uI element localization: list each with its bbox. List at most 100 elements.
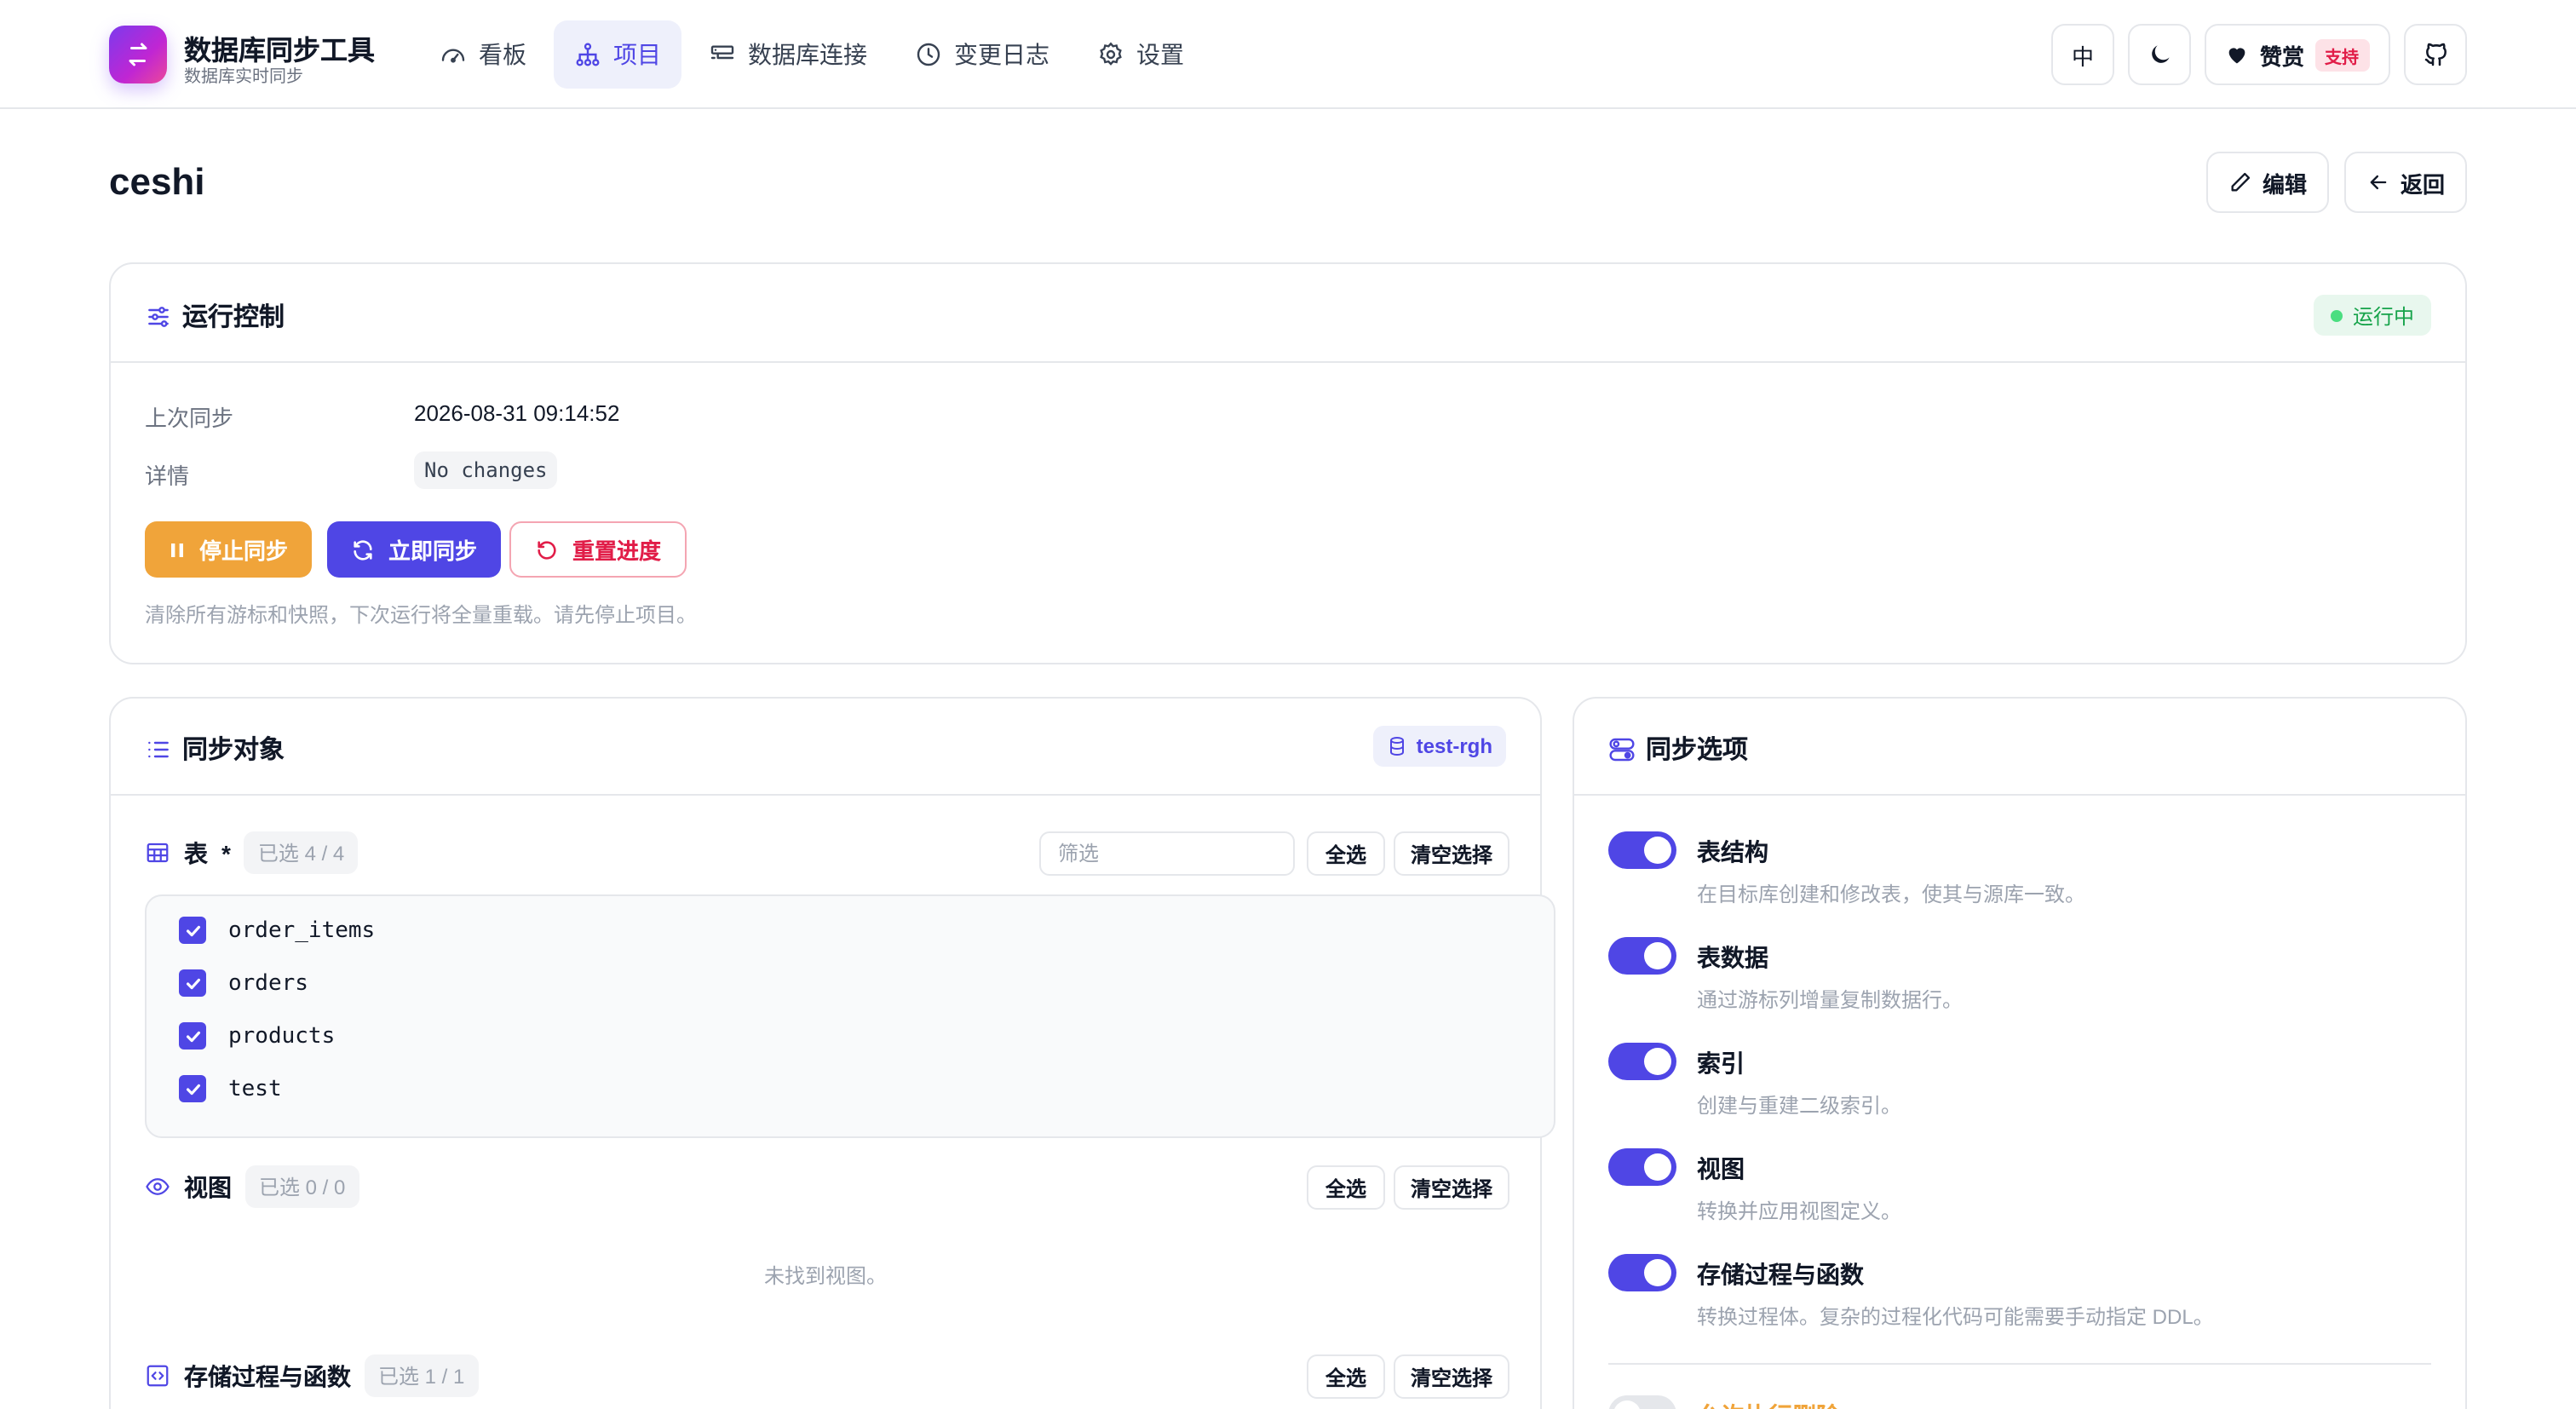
tables-clear-button[interactable]: 清空选择 — [1394, 831, 1509, 876]
nav-changelog[interactable]: 变更日志 — [894, 20, 1070, 89]
github-icon — [2424, 43, 2446, 66]
routines-toggle[interactable] — [1608, 1254, 1676, 1291]
table-row[interactable]: orders — [179, 969, 308, 997]
option-description: 在目标库创建和修改表，使其与源库一致。 — [1697, 883, 2086, 906]
sync-objects-title: 同步对象 — [145, 731, 285, 767]
server-connection-icon — [710, 45, 734, 60]
table-data-toggle[interactable] — [1608, 937, 1676, 975]
table-icon — [147, 843, 169, 863]
option-title: 允许执行删除 — [1697, 1399, 1840, 1409]
gauge-icon — [441, 49, 465, 63]
run-control-title: 运行控制 — [145, 298, 285, 334]
top-header: 数据库同步工具 数据库实时同步 看板 项目 数据库连接 变更日志 设置 中 赞赏… — [0, 0, 2576, 109]
edit-label: 编辑 — [2263, 171, 2308, 197]
reset-progress-label: 重置进度 — [572, 538, 662, 564]
nav-dashboard-label: 看板 — [479, 41, 526, 68]
theme-toggle-button[interactable] — [2128, 24, 2191, 85]
tables-section-label: 表 * 已选 4 / 4 — [145, 831, 359, 874]
option-title: 表数据 — [1697, 944, 1768, 971]
tables-selected-badge: 已选 4 / 4 — [244, 831, 359, 874]
clock-icon — [917, 43, 940, 66]
nav-dashboard[interactable]: 看板 — [419, 20, 547, 89]
run-control-header: 运行控制 运行中 — [111, 264, 2465, 363]
sync-objects-title-text: 同步对象 — [182, 736, 285, 765]
checkbox-checked[interactable] — [179, 969, 206, 997]
last-sync-value: 2026-08-31 09:14:52 — [414, 400, 620, 426]
table-name: test — [228, 1076, 282, 1101]
nav-changelog-label: 变更日志 — [954, 41, 1049, 68]
stop-sync-button[interactable]: 停止同步 — [145, 521, 313, 578]
views-empty-message: 未找到视图。 — [763, 1264, 887, 1288]
hierarchy-icon — [576, 43, 600, 66]
brand-subtitle: 数据库实时同步 — [184, 68, 303, 87]
views-select-all-button[interactable]: 全选 — [1307, 1165, 1385, 1210]
routines-clear-button[interactable]: 清空选择 — [1394, 1354, 1509, 1399]
table-row[interactable]: order_items — [179, 917, 375, 944]
nav-settings[interactable]: 设置 — [1077, 20, 1205, 89]
views-clear-button[interactable]: 清空选择 — [1394, 1165, 1509, 1210]
table-row[interactable]: test — [179, 1075, 282, 1102]
views-toggle[interactable] — [1608, 1148, 1676, 1186]
reset-progress-button[interactable]: 重置进度 — [509, 521, 687, 578]
check-icon — [185, 1030, 200, 1042]
option-description: 创建与重建二级索引。 — [1697, 1094, 1902, 1118]
check-icon — [185, 1083, 200, 1095]
table-name: orders — [228, 970, 308, 996]
routines-section-label: 存储过程与函数 已选 1 / 1 — [145, 1354, 479, 1397]
nav-settings-label: 设置 — [1136, 41, 1184, 68]
checkbox-checked[interactable] — [179, 917, 206, 944]
sync-now-label: 立即同步 — [388, 538, 478, 564]
eye-icon — [146, 1178, 170, 1195]
app-logo[interactable] — [109, 26, 167, 83]
database-icon — [1390, 737, 1405, 756]
back-button[interactable]: 返回 — [2344, 152, 2468, 213]
rotate-ccw-icon — [538, 540, 556, 559]
pencil-icon — [2231, 172, 2251, 192]
tables-label: 表 — [184, 839, 208, 866]
status-dot — [2330, 309, 2343, 321]
edit-button[interactable]: 编辑 — [2206, 152, 2330, 213]
routines-select-all-button[interactable]: 全选 — [1307, 1354, 1385, 1399]
github-link-button[interactable] — [2404, 24, 2467, 85]
views-section-label: 视图 已选 0 / 0 — [145, 1165, 359, 1208]
nav-connections-label: 数据库连接 — [748, 41, 867, 68]
stop-sync-label: 停止同步 — [199, 538, 289, 564]
sync-options-card: 同步选项 表结构 在目标库创建和修改表，使其与源库一致。 表数据 通过游标列增量… — [1573, 697, 2467, 1409]
option-description: 转换并应用视图定义。 — [1697, 1199, 1902, 1223]
gear-icon — [1100, 42, 1122, 66]
checkbox-checked[interactable] — [179, 1075, 206, 1102]
schema-toggle[interactable] — [1608, 831, 1676, 869]
checkbox-checked[interactable] — [179, 1022, 206, 1050]
details-label: 详情 — [145, 463, 190, 489]
support-button[interactable]: 赞赏 支持 — [2205, 24, 2390, 85]
check-icon — [185, 977, 200, 989]
check-icon — [185, 924, 200, 936]
nav-projects-label: 项目 — [613, 41, 661, 68]
sync-now-button[interactable]: 立即同步 — [327, 521, 502, 578]
views-selected-badge: 已选 0 / 0 — [245, 1165, 359, 1208]
option-description: 转换过程体。复杂的过程化代码可能需要手动指定 DDL。 — [1697, 1305, 2214, 1329]
indexes-toggle[interactable] — [1608, 1043, 1676, 1080]
sync-options-header: 同步选项 — [1574, 699, 2465, 796]
required-mark: * — [221, 839, 231, 866]
option-title: 存储过程与函数 — [1697, 1261, 1864, 1288]
database-name: test-rgh — [1416, 734, 1492, 758]
refresh-icon — [354, 539, 372, 560]
sync-options-title: 同步选项 — [1608, 731, 1748, 767]
language-toggle-button[interactable]: 中 — [2051, 24, 2114, 85]
option-title: 视图 — [1697, 1155, 1745, 1182]
allow-delete-toggle[interactable] — [1608, 1395, 1676, 1409]
moon-icon — [2151, 45, 2169, 63]
support-label: 赞赏 — [2259, 43, 2304, 69]
nav-connections[interactable]: 数据库连接 — [688, 20, 888, 89]
list-icon — [148, 740, 169, 757]
sync-objects-card: 同步对象 test-rgh 表 * 已选 4 / 4 全选 清空选择 — [109, 697, 1555, 1409]
tables-filter-input[interactable] — [1039, 831, 1295, 876]
table-name: products — [228, 1023, 336, 1049]
nav-projects[interactable]: 项目 — [554, 20, 681, 89]
main-nav: 看板 项目 数据库连接 变更日志 设置 — [419, 20, 1205, 89]
option-title: 表结构 — [1697, 838, 1768, 866]
option-title: 索引 — [1697, 1050, 1745, 1077]
table-row[interactable]: products — [179, 1022, 335, 1050]
tables-select-all-button[interactable]: 全选 — [1307, 831, 1385, 876]
